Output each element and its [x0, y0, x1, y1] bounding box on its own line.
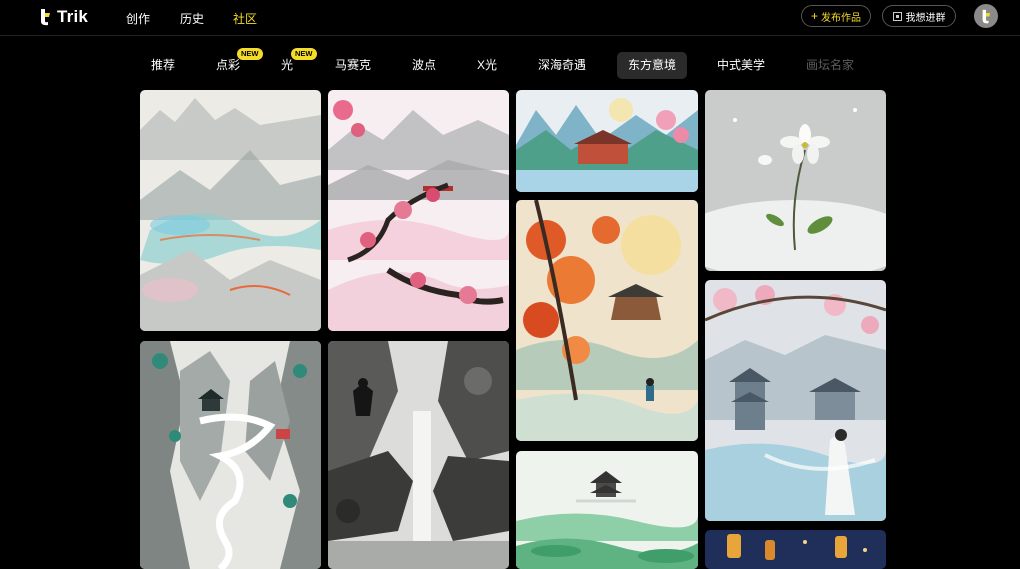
publish-button-label: 发布作品	[821, 12, 861, 24]
top-bar: Trik 创作 历史 社区 + 发布作品 我想进群	[0, 0, 1020, 36]
tab-xray[interactable]: X光	[477, 52, 497, 79]
artwork-card-waterfall[interactable]	[328, 341, 509, 569]
publish-button[interactable]: + 发布作品	[801, 5, 871, 27]
plus-icon: +	[810, 9, 818, 23]
nav-create[interactable]: 创作	[126, 10, 150, 27]
nav-history[interactable]: 历史	[180, 10, 204, 27]
artwork-card-autumn-maple[interactable]	[516, 200, 698, 441]
artwork-image	[516, 451, 698, 569]
join-group-button[interactable]: 我想进群	[882, 5, 956, 27]
artwork-image	[705, 90, 886, 271]
tab-recommend[interactable]: 推荐	[151, 52, 175, 79]
join-group-label: 我想进群	[905, 12, 946, 24]
tab-mosaic[interactable]: 马赛克	[335, 52, 371, 79]
tab-master-painters[interactable]: 画坛名家	[806, 52, 854, 79]
artwork-image	[140, 341, 321, 569]
new-badge: NEW	[291, 48, 317, 60]
artwork-card-cliff-pavilion[interactable]	[140, 341, 321, 569]
logo-icon	[38, 8, 52, 26]
new-badge: NEW	[237, 48, 263, 60]
logo-text: Trik	[57, 7, 89, 26]
artwork-card-ink-landscape[interactable]	[140, 90, 321, 331]
artwork-image	[328, 341, 509, 569]
qr-code-icon	[892, 11, 902, 21]
tab-oriental-mood[interactable]: 东方意境	[617, 52, 688, 79]
avatar-logo-icon	[982, 9, 991, 23]
artwork-image	[705, 280, 886, 521]
nav-community[interactable]: 社区	[233, 10, 257, 27]
artwork-image	[705, 530, 886, 569]
artwork-image	[140, 90, 321, 331]
tab-deep-sea[interactable]: 深海奇遇	[538, 52, 586, 79]
artwork-card-lanterns[interactable]	[705, 530, 886, 569]
artwork-card-plum-blossom[interactable]	[328, 90, 509, 331]
artwork-card-pavilion-lady[interactable]	[705, 280, 886, 521]
tab-polka-dot[interactable]: 波点	[412, 52, 436, 79]
artwork-card-misty-pagoda[interactable]	[516, 451, 698, 569]
artwork-image	[516, 200, 698, 441]
artwork-card-snow-flower[interactable]	[705, 90, 886, 271]
artwork-card-temple-lake[interactable]	[516, 90, 698, 192]
artwork-image	[328, 90, 509, 331]
artwork-image	[516, 90, 698, 192]
tab-chinese-aesthetics[interactable]: 中式美学	[717, 52, 765, 79]
avatar[interactable]	[974, 4, 998, 28]
logo[interactable]: Trik	[38, 7, 88, 27]
